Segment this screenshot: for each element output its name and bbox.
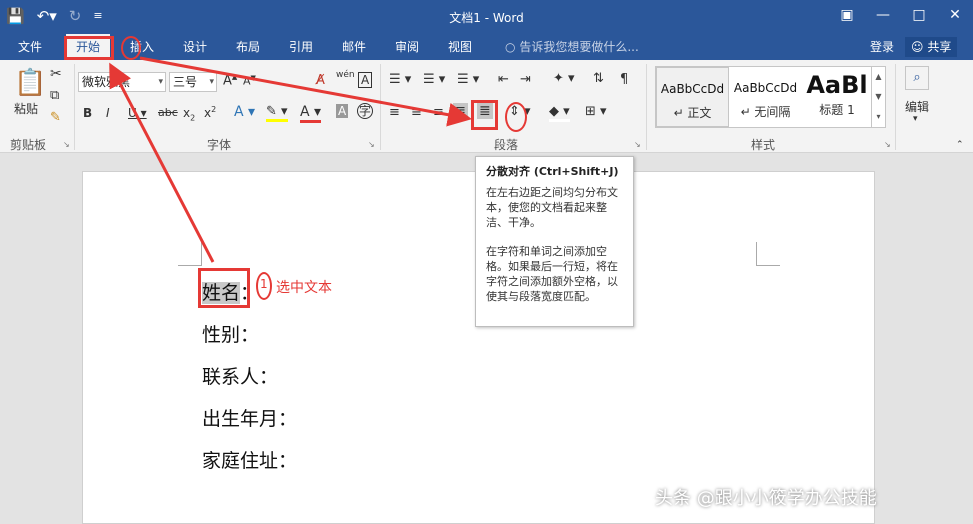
- show-marks-icon[interactable]: ¶: [620, 72, 628, 87]
- sort-icon[interactable]: ⇅: [593, 71, 604, 86]
- bullets-icon[interactable]: ☰ ▾: [389, 72, 411, 87]
- cut-icon[interactable]: ✂: [50, 66, 62, 82]
- tooltip-desc-2: 在字符和单词之间添加空格。如果最后一行短，将在字符之间添加额外空格，以使其与段落…: [486, 245, 618, 303]
- multilevel-list-icon[interactable]: ☰ ▾: [457, 72, 479, 87]
- numbering-icon[interactable]: ☰ ▾: [423, 72, 445, 87]
- margin-mark-right-v: [756, 242, 757, 266]
- character-border-icon[interactable]: A: [358, 72, 373, 88]
- doc-line-contact[interactable]: 联系人：: [202, 362, 278, 389]
- align-left-icon[interactable]: ≡: [389, 105, 400, 120]
- styles-group-label: 样式: [751, 138, 776, 152]
- styles-scroll[interactable]: ▲ ▼ ▾: [871, 67, 885, 127]
- underline-icon[interactable]: U ▾: [128, 106, 147, 120]
- style-heading-1[interactable]: AaBl 标题 1: [802, 67, 872, 127]
- paste-button[interactable]: 粘贴: [14, 100, 38, 117]
- font-size-select[interactable]: 三号 ▾: [169, 72, 217, 92]
- clipboard-launcher-icon[interactable]: ↘: [63, 140, 70, 149]
- doc-line-address[interactable]: 家庭住址：: [202, 446, 297, 473]
- increase-indent-icon[interactable]: ⇥: [520, 72, 531, 87]
- insert-tab-circle: [121, 36, 141, 60]
- margin-mark-left-v: [201, 242, 202, 266]
- find-icon[interactable]: ⌕: [905, 66, 929, 90]
- line-spacing-circle: [505, 102, 527, 132]
- ribbon-display-icon[interactable]: ▣: [829, 0, 865, 30]
- user-icon: ☺: [911, 40, 924, 54]
- justify-icon[interactable]: ≡: [453, 103, 468, 118]
- selected-text-highlight: [198, 268, 250, 308]
- minimize-button[interactable]: —: [865, 0, 901, 30]
- styles-gallery: AaBbCcDd ↵ 正文 AaBbCcDd ↵ 无间隔 AaBl 标题 1 ▲…: [655, 66, 886, 128]
- grow-font-icon[interactable]: A▲: [223, 73, 237, 88]
- shading-icon[interactable]: ◆ ▾: [549, 104, 570, 122]
- bold-icon[interactable]: B: [83, 106, 92, 120]
- align-center-icon[interactable]: ≡: [411, 105, 422, 120]
- tooltip-title: 分散对齐 (Ctrl+Shift+J): [486, 165, 619, 178]
- ribbon-tabs: 文件 开始 插入 设计 布局 引用 邮件 审阅 视图 ○ 告诉我您想要做什么..…: [0, 34, 973, 60]
- font-group-label: 字体: [207, 138, 232, 152]
- close-button[interactable]: ✕: [937, 0, 973, 30]
- collapse-ribbon-icon[interactable]: ⌃: [956, 140, 964, 150]
- editing-button[interactable]: 编辑: [905, 98, 929, 115]
- superscript-icon[interactable]: x2: [204, 105, 216, 120]
- subscript-icon[interactable]: x2: [183, 106, 195, 122]
- decrease-indent-icon[interactable]: ⇤: [498, 72, 509, 87]
- font-family-select[interactable]: 微软雅黑 ▾: [78, 72, 166, 92]
- format-painter-icon[interactable]: ✎: [50, 110, 61, 125]
- tab-design[interactable]: 设计: [173, 34, 217, 60]
- doc-line-birth[interactable]: 出生年月：: [202, 404, 297, 431]
- character-shading-icon[interactable]: A: [336, 104, 349, 118]
- margin-mark-right: [756, 265, 780, 266]
- doc-line-gender[interactable]: 性别：: [202, 320, 259, 347]
- tab-layout[interactable]: 布局: [226, 34, 270, 60]
- phonetic-guide-icon[interactable]: wén: [336, 70, 355, 80]
- tab-mailings[interactable]: 邮件: [332, 34, 376, 60]
- distributed-align-highlight: [471, 100, 498, 130]
- paste-icon[interactable]: 📋: [14, 68, 46, 98]
- tab-view[interactable]: 视图: [438, 34, 482, 60]
- tooltip-desc-1: 在左右边距之间均匀分布文本，使您的文档看起来整洁、干净。: [486, 186, 618, 229]
- shrink-font-icon[interactable]: A▼: [243, 74, 256, 88]
- style-normal[interactable]: AaBbCcDd ↵ 正文: [656, 67, 729, 127]
- font-launcher-icon[interactable]: ↘: [368, 140, 375, 149]
- font-color-icon[interactable]: A ▾: [300, 104, 322, 123]
- margin-mark-left: [178, 265, 202, 266]
- align-right-icon[interactable]: ≡: [433, 105, 444, 120]
- clear-format-icon[interactable]: A̸: [316, 73, 325, 88]
- paragraph-group-label: 段落: [494, 138, 519, 152]
- style-no-spacing[interactable]: AaBbCcDd ↵ 无间隔: [729, 67, 802, 127]
- tab-review[interactable]: 审阅: [385, 34, 429, 60]
- tell-me-search[interactable]: ○ 告诉我您想要做什么...: [505, 34, 639, 60]
- strikethrough-icon[interactable]: abc: [158, 106, 178, 119]
- copy-icon[interactable]: ⧉: [50, 88, 59, 103]
- watermark: 头条 @跟小小筱学办公技能: [655, 488, 877, 509]
- tab-file[interactable]: 文件: [8, 34, 52, 60]
- lightbulb-icon: ○: [505, 40, 516, 54]
- home-tab-highlight: [64, 36, 114, 60]
- editing-dropdown-icon[interactable]: ▾: [913, 114, 918, 124]
- paragraph-launcher-icon[interactable]: ↘: [634, 140, 641, 149]
- step-number: 1: [260, 277, 268, 291]
- italic-icon[interactable]: I: [106, 106, 110, 120]
- styles-launcher-icon[interactable]: ↘: [884, 140, 891, 149]
- title-bar: 💾 ↶▾ ↻ ≡ 文档1 - Word ▣ — □ ✕: [0, 0, 973, 34]
- text-effects-icon[interactable]: A ▾: [234, 104, 255, 120]
- maximize-button[interactable]: □: [901, 0, 937, 30]
- tab-references[interactable]: 引用: [279, 34, 323, 60]
- window-title: 文档1 - Word: [449, 11, 524, 25]
- borders-icon[interactable]: ⊞ ▾: [585, 104, 607, 119]
- step-instruction: 选中文本: [276, 280, 332, 296]
- distributed-align-tooltip: 分散对齐 (Ctrl+Shift+J) 在左右边距之间均匀分布文本，使您的文档看…: [475, 156, 634, 327]
- share-button[interactable]: ☺ 共享: [905, 37, 958, 57]
- enclose-characters-icon[interactable]: 字: [357, 103, 373, 119]
- highlight-icon[interactable]: ✎ ▾: [266, 104, 288, 122]
- clipboard-group-label: 剪贴板: [10, 138, 47, 152]
- login-link[interactable]: 登录: [870, 34, 894, 60]
- chinese-layout-icon[interactable]: ✦ ▾: [553, 71, 575, 86]
